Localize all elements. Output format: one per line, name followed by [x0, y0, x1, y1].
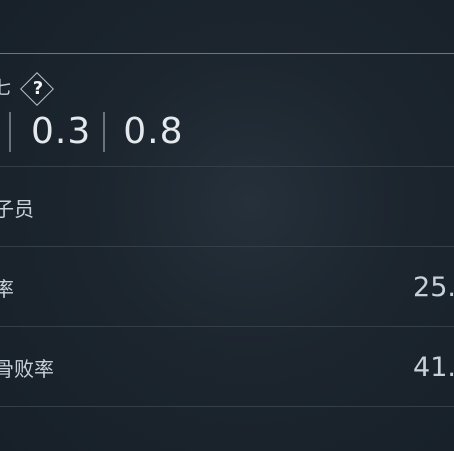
- stat-row-divider: [0, 406, 454, 451]
- stat-row-label: 率: [0, 277, 14, 301]
- kda-value-1: 0.3: [31, 111, 92, 152]
- help-glyph: ?: [32, 78, 44, 99]
- top-divider: [0, 53, 454, 54]
- value-divider: [9, 112, 11, 152]
- stat-row-value: 41.: [413, 352, 454, 383]
- stat-row: 率 25.: [0, 246, 454, 326]
- stat-row-label: 骨败率: [0, 357, 54, 381]
- stat-row: 子员: [0, 166, 454, 246]
- stat-row-label: 子员: [0, 197, 34, 221]
- kda-value-2: 0.8: [123, 111, 184, 152]
- stat-row-value: 25.: [413, 272, 454, 303]
- stats-panel: 七 ? 0.3 0.8 子员 率 25. 骨败率 41.: [0, 0, 454, 451]
- stat-row: 骨败率 41.: [0, 326, 454, 406]
- help-button[interactable]: ?: [20, 72, 56, 108]
- value-divider: [103, 112, 106, 152]
- kda-values: 0.3 0.8: [0, 110, 184, 154]
- kda-label: 七: [0, 78, 11, 99]
